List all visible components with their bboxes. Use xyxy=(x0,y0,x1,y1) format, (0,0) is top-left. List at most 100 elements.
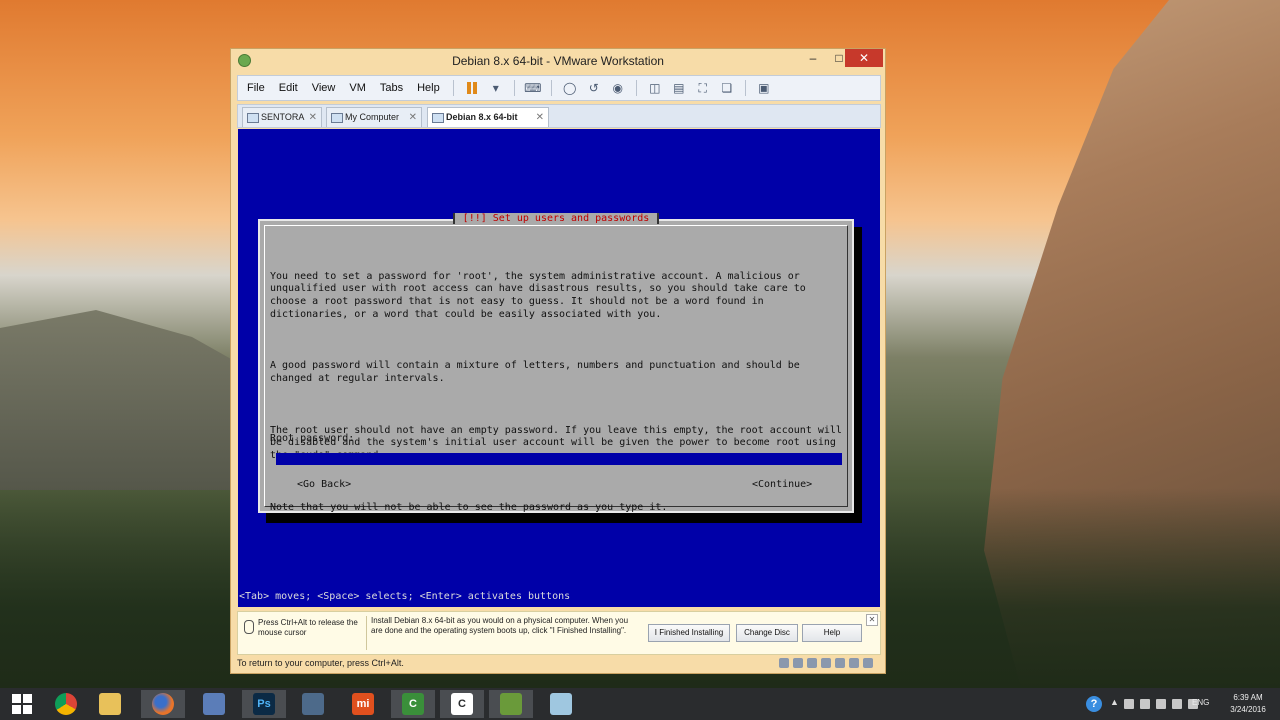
toolbar-separator xyxy=(744,80,746,96)
taskbar-mi[interactable]: mi xyxy=(341,690,385,718)
menu-file[interactable]: File xyxy=(240,82,272,94)
release-mouse-hint: Press Ctrl+Alt to release the mouse curs… xyxy=(242,618,366,638)
hard-disk-icon[interactable] xyxy=(779,658,789,668)
fullscreen-icon[interactable]: ⛶ xyxy=(695,80,711,96)
install-message: Install Debian 8.x 64-bit as you would o… xyxy=(371,616,629,635)
status-bar: To return to your computer, press Ctrl+A… xyxy=(237,656,881,672)
show-hidden-icons-icon[interactable]: ▲ xyxy=(1110,697,1119,707)
dropdown-icon[interactable]: ▾ xyxy=(488,80,504,96)
network-icon[interactable] xyxy=(1140,699,1150,709)
revert-snapshot-icon[interactable]: ↺ xyxy=(586,80,602,96)
notepad-icon xyxy=(550,693,572,715)
tab-close-icon[interactable]: ✕ xyxy=(536,108,544,127)
toolbar-separator xyxy=(452,80,454,96)
file-explorer-icon xyxy=(99,693,121,715)
console-view-icon[interactable]: ▣ xyxy=(756,80,772,96)
network-adapter-icon[interactable] xyxy=(807,658,817,668)
windows-taskbar: Ps mi C C ? ▲ ENG 6:39 AM 3/24/2016 xyxy=(0,688,1280,720)
installer-dialog: [!!] Set up users and passwords You need… xyxy=(258,213,854,513)
menu-edit[interactable]: Edit xyxy=(272,82,305,94)
tab-label: My Computer xyxy=(345,112,400,122)
toolbar-separator xyxy=(635,80,637,96)
taskbar-camtasia-recorder[interactable]: C xyxy=(440,690,484,718)
continue-button[interactable]: <Continue> xyxy=(752,479,812,490)
start-icon xyxy=(12,694,32,714)
tab-close-icon[interactable]: ✕ xyxy=(309,108,317,127)
menu-tabs[interactable]: Tabs xyxy=(373,82,410,94)
system-tray: ? ▲ ENG 6:39 AM 3/24/2016 xyxy=(1080,688,1280,720)
snapshot-icon[interactable]: ◯ xyxy=(562,80,578,96)
tab-debian[interactable]: Debian 8.x 64-bit ✕ xyxy=(427,107,549,127)
window-title: Debian 8.x 64-bit - VMware Workstation xyxy=(452,54,664,68)
close-install-bar-icon[interactable]: ✕ xyxy=(866,614,878,626)
message-log-icon[interactable] xyxy=(863,658,873,668)
window-titlebar[interactable]: Debian 8.x 64-bit - VMware Workstation –… xyxy=(231,49,885,73)
dialog-paragraph: Note that you will not be able to see th… xyxy=(270,501,668,513)
taskbar-notepad[interactable] xyxy=(539,690,583,718)
change-disc-button[interactable]: Change Disc xyxy=(736,624,798,642)
camtasia-recorder-icon: C xyxy=(451,693,473,715)
taskbar-file-explorer[interactable] xyxy=(88,690,132,718)
library-icon[interactable]: ◫ xyxy=(647,80,663,96)
send-ctrl-alt-del-icon[interactable]: ⌨ xyxy=(524,80,541,96)
taskbar-camtasia[interactable]: C xyxy=(391,690,435,718)
help-button[interactable]: Help xyxy=(802,624,862,642)
taskbar-vmware[interactable] xyxy=(489,690,533,718)
guest-console[interactable]: [!!] Set up users and passwords You need… xyxy=(238,129,880,607)
power-pause-icon[interactable] xyxy=(464,80,480,96)
firefox-icon xyxy=(152,693,174,715)
toolbar-separator xyxy=(550,80,552,96)
network-tool-icon xyxy=(203,693,225,715)
status-message: To return to your computer, press Ctrl+A… xyxy=(237,658,404,668)
taskbar-media-tool[interactable] xyxy=(291,690,335,718)
clock[interactable]: 6:39 AM 3/24/2016 xyxy=(1220,692,1276,716)
install-assistant-bar: Press Ctrl+Alt to release the mouse curs… xyxy=(237,611,881,655)
menu-help[interactable]: Help xyxy=(410,82,447,94)
snapshot-manager-icon[interactable]: ◉ xyxy=(610,80,626,96)
chrome-icon xyxy=(55,693,77,715)
install-bar-divider xyxy=(366,616,367,650)
tab-close-icon[interactable]: ✕ xyxy=(409,108,417,127)
computer-icon xyxy=(331,113,343,123)
volume-icon[interactable] xyxy=(1172,699,1182,709)
dialog-title: [!!] Set up users and passwords xyxy=(260,213,852,224)
minimize-button[interactable]: – xyxy=(799,49,827,67)
flag-icon[interactable] xyxy=(1124,699,1134,709)
dialog-paragraph: You need to set a password for 'root', t… xyxy=(270,270,812,320)
root-password-label: Root password: xyxy=(270,433,355,444)
mouse-icon xyxy=(244,620,254,634)
start-button[interactable] xyxy=(0,690,44,718)
cd-dvd-icon[interactable] xyxy=(793,658,803,668)
tab-sentora[interactable]: SENTORA ✕ xyxy=(242,107,322,127)
unity-icon[interactable]: ❏ xyxy=(719,80,735,96)
wallpaper-ridge xyxy=(0,310,240,490)
usb-icon[interactable] xyxy=(821,658,831,668)
taskbar-firefox[interactable] xyxy=(141,690,185,718)
root-password-input[interactable] xyxy=(276,453,842,465)
menu-view[interactable]: View xyxy=(305,82,343,94)
display-icon[interactable] xyxy=(849,658,859,668)
battery-icon[interactable] xyxy=(1156,699,1166,709)
taskbar-chrome[interactable] xyxy=(44,690,88,718)
toolbar-separator xyxy=(513,80,515,96)
sound-card-icon[interactable] xyxy=(835,658,845,668)
go-back-button[interactable]: <Go Back> xyxy=(297,479,351,490)
thumbnail-icon[interactable]: ▤ xyxy=(671,80,687,96)
taskbar-network-tool[interactable] xyxy=(192,690,236,718)
help-icon[interactable]: ? xyxy=(1086,696,1102,712)
close-button[interactable]: ✕ xyxy=(845,49,883,67)
clock-date: 3/24/2016 xyxy=(1230,705,1266,714)
clock-time: 6:39 AM xyxy=(1233,693,1263,702)
tab-label: SENTORA xyxy=(261,112,305,122)
tab-my-computer[interactable]: My Computer ✕ xyxy=(326,107,422,127)
menu-toolbar: File Edit View VM Tabs Help ▾ ⌨ ◯ ↺ ◉ ◫ … xyxy=(237,75,881,101)
tab-label: Debian 8.x 64-bit xyxy=(446,112,518,122)
menu-vm[interactable]: VM xyxy=(342,82,373,94)
finished-installing-button[interactable]: I Finished Installing xyxy=(648,624,730,642)
dialog-paragraph: A good password will contain a mixture o… xyxy=(270,360,806,385)
input-language[interactable]: ENG xyxy=(1192,698,1209,707)
vm-icon xyxy=(247,113,259,123)
taskbar-photoshop[interactable]: Ps xyxy=(242,690,286,718)
dialog-body: You need to set a password for 'root', t… xyxy=(270,245,844,553)
keyboard-hint: <Tab> moves; <Space> selects; <Enter> ac… xyxy=(239,591,571,602)
